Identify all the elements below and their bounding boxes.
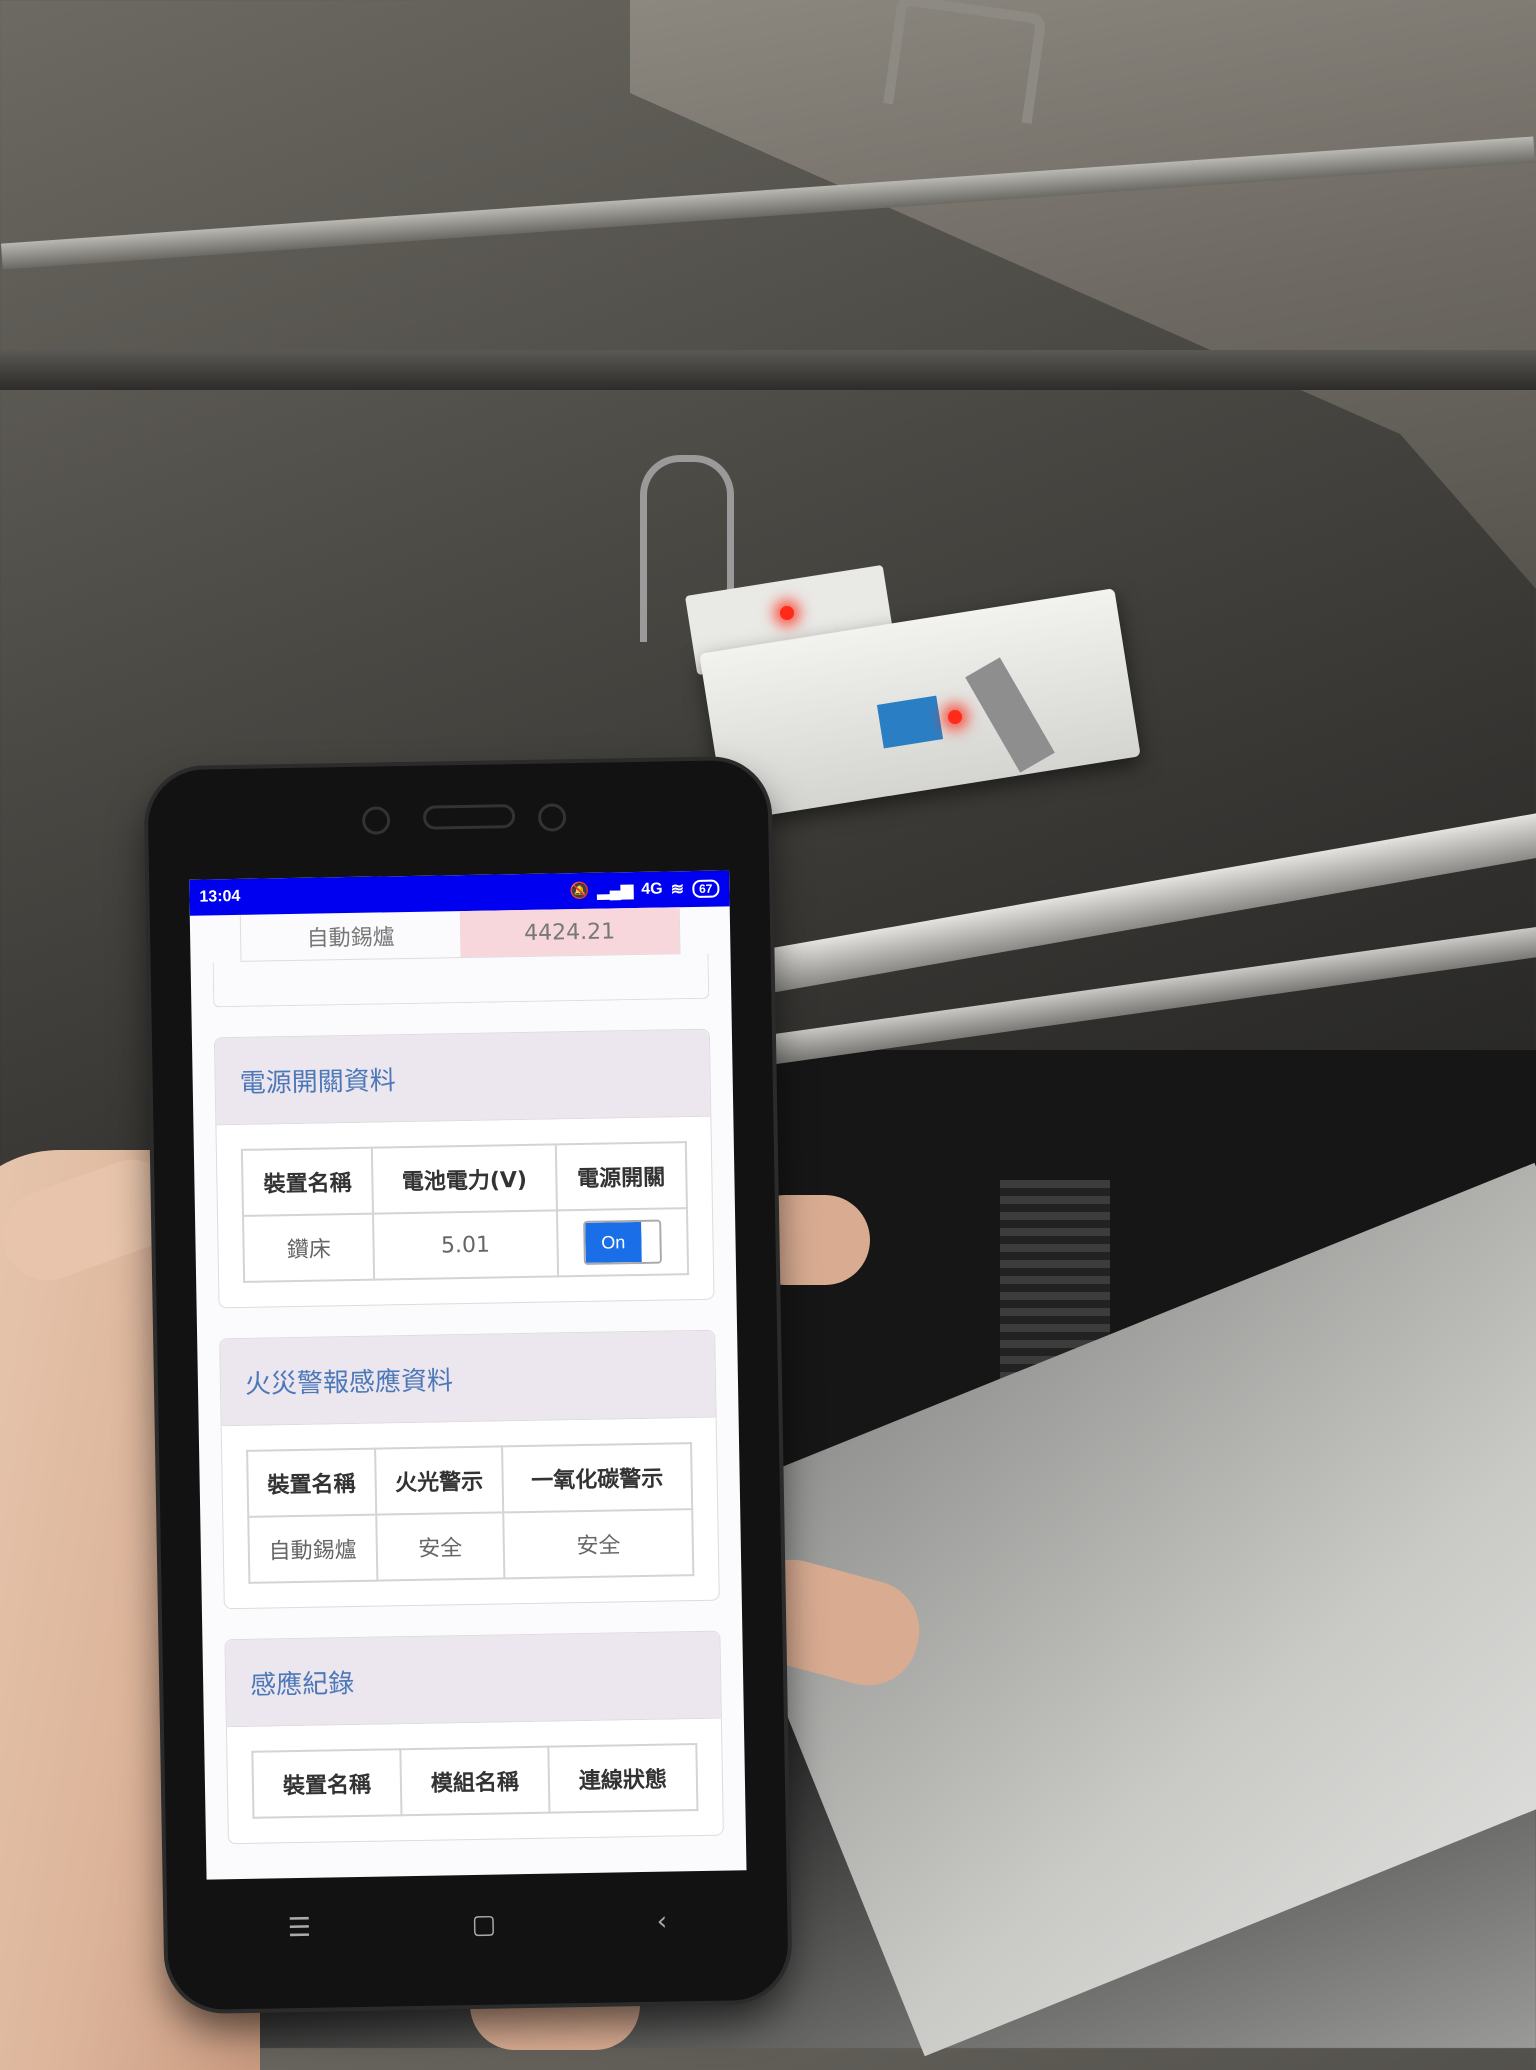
column-header: 模組名稱 <box>400 1746 550 1816</box>
earpiece-speaker <box>422 804 516 830</box>
sensor-log-table: 裝置名稱 模組名稱 連線狀態 <box>251 1743 698 1819</box>
card-title: 電源開關資料 <box>214 1029 711 1126</box>
sensor-icon <box>361 806 391 835</box>
column-header: 裝置名稱 <box>252 1749 402 1818</box>
home-icon[interactable]: ▢ <box>471 1910 496 1940</box>
network-type: 4G <box>641 880 663 898</box>
device-name-cell: 自動錫爐 <box>248 1514 378 1583</box>
power-toggle[interactable]: On <box>582 1219 662 1265</box>
column-header: 電池電力(V) <box>372 1144 557 1214</box>
column-header: 連線狀態 <box>548 1744 698 1813</box>
sensor-module <box>876 695 944 749</box>
red-led <box>948 710 962 724</box>
table-header-row: 裝置名稱 電池電力(V) 電源開關 <box>241 1142 687 1216</box>
hood-handle <box>883 0 1047 124</box>
power-switch-card: 電源開關資料 裝置名稱 電池電力(V) 電源開關 鑽床 5.01 On <box>213 1028 715 1309</box>
flame-status-cell: 安全 <box>375 1512 505 1581</box>
toggle-knob <box>640 1221 660 1262</box>
table-row: 自動錫爐 4424.21 <box>239 907 681 962</box>
back-icon[interactable]: ‹ <box>656 1907 667 1937</box>
device-name-cell: 鑽床 <box>243 1213 375 1282</box>
column-header: 一氧化碳警示 <box>502 1443 693 1513</box>
column-header: 裝置名稱 <box>241 1147 374 1216</box>
mute-icon: 🔕 <box>569 882 590 901</box>
voltage-cell: 5.01 <box>373 1210 558 1280</box>
device-name-cell: 自動錫爐 <box>306 925 395 952</box>
clock: 13:04 <box>199 887 241 906</box>
table-row: 鑽床 5.01 On <box>243 1208 689 1282</box>
co-status-cell: 安全 <box>503 1509 694 1579</box>
phone-screen: 13:04 🔕 ▂▄▆ 4G ≋ 67 自動錫爐 4424.21 電源開關資料 <box>189 870 747 1880</box>
value-cell: 4424.21 <box>459 907 680 958</box>
machine-rail <box>0 350 1536 390</box>
table-header-row: 裝置名稱 模組名稱 連線狀態 <box>252 1744 698 1818</box>
battery-icon: 67 <box>691 879 720 899</box>
table-header-row: 裝置名稱 火光警示 一氧化碳警示 <box>247 1443 693 1517</box>
power-switch-cell: On <box>556 1208 689 1277</box>
navigation-bar: ☰ ▢ ‹ <box>207 1875 748 1974</box>
red-led <box>780 606 794 620</box>
card-title: 感應紀錄 <box>225 1631 721 1728</box>
fire-alarm-table: 裝置名稱 火光警示 一氧化碳警示 自動錫爐 安全 安全 <box>246 1442 694 1584</box>
signal-icon: ▂▄▆ <box>597 882 634 900</box>
front-camera-icon <box>537 803 567 832</box>
previous-card-tail: 自動錫爐 4424.21 <box>212 907 710 1008</box>
wifi-icon: ≋ <box>670 881 685 899</box>
table-row: 自動錫爐 安全 安全 <box>248 1509 694 1583</box>
toggle-label: On <box>584 1221 642 1263</box>
card-title: 火災警報感應資料 <box>220 1330 716 1427</box>
sensor-log-card: 感應紀錄 裝置名稱 模組名稱 連線狀態 <box>224 1630 724 1845</box>
machine-hood <box>630 0 1536 589</box>
fire-alarm-card: 火災警報感應資料 裝置名稱 火光警示 一氧化碳警示 自動錫爐 安全 安全 <box>219 1329 720 1610</box>
column-header: 火光警示 <box>374 1446 504 1515</box>
power-table: 裝置名稱 電池電力(V) 電源開關 鑽床 5.01 On <box>241 1141 689 1283</box>
smartphone: 13:04 🔕 ▂▄▆ 4G ≋ 67 自動錫爐 4424.21 電源開關資料 <box>147 759 789 2011</box>
column-header: 裝置名稱 <box>247 1448 376 1517</box>
page-content[interactable]: 自動錫爐 4424.21 電源開關資料 裝置名稱 電池電力(V) 電源開關 鑽床… <box>190 906 746 1845</box>
column-header: 電源開關 <box>555 1142 687 1211</box>
menu-icon[interactable]: ☰ <box>287 1913 311 1943</box>
